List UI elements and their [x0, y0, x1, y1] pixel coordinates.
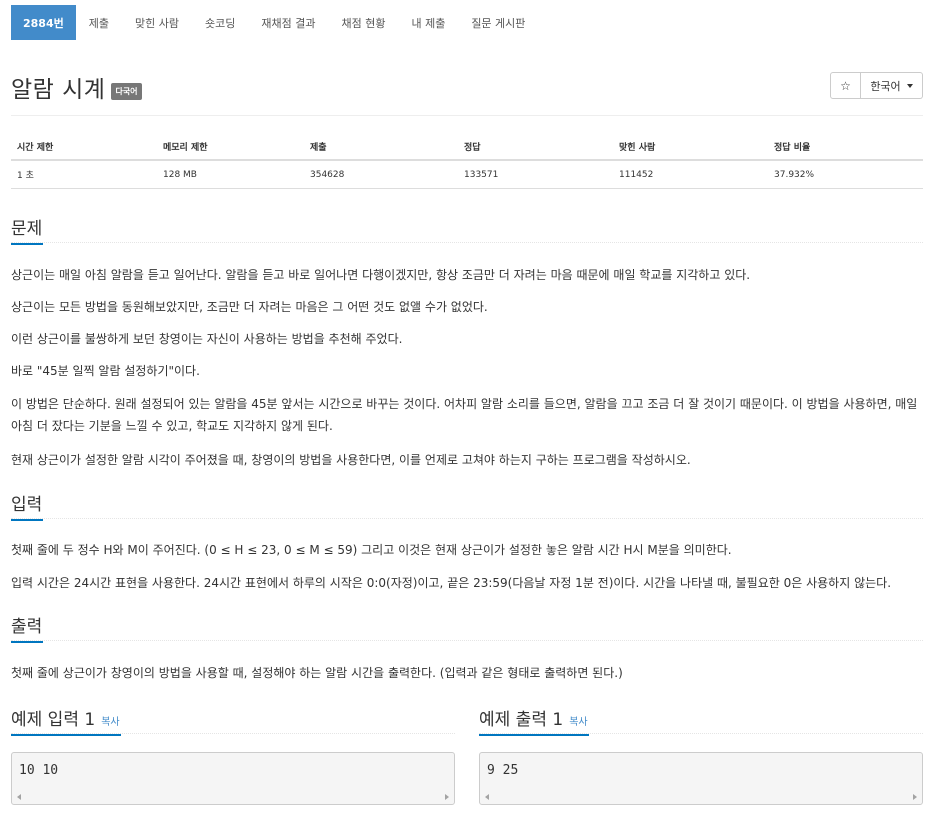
- tab-my-submissions[interactable]: 내 제출: [398, 5, 458, 40]
- section-divider: [11, 640, 923, 641]
- problem-title-row: 알람 시계 다국어: [11, 70, 142, 104]
- value-submissions: 354628: [310, 169, 345, 180]
- problem-paragraph-5: 이 방법은 단순하다. 원래 설정되어 있는 알람을 45분 앞서는 시간으로 …: [11, 397, 918, 433]
- header-time-limit: 시간 제한: [17, 143, 54, 153]
- scroll-left-icon[interactable]: [17, 794, 21, 800]
- sample-output-heading: 예제 출력 1 복사: [479, 705, 589, 736]
- value-solved-users: 111452: [619, 169, 654, 180]
- sample-output-title: 예제 출력 1: [479, 710, 564, 730]
- title-actions: ☆ 한국어: [830, 72, 923, 99]
- sample-input-heading: 예제 입력 1 복사: [11, 705, 121, 736]
- problem-section-title: 문제: [11, 219, 43, 239]
- problem-paragraph-4: 바로 "45분 일찍 알람 설정하기"이다.: [11, 364, 200, 378]
- sample-input-box[interactable]: 10 10: [11, 752, 455, 805]
- output-paragraph-1: 첫째 줄에 상근이가 창영이의 방법을 사용할 때, 설정해야 하는 알람 시간…: [11, 666, 623, 680]
- copy-output-button[interactable]: 복사: [569, 717, 587, 728]
- heading-underline: [479, 734, 589, 736]
- input-paragraph-2: 입력 시간은 24시간 표현을 사용한다. 24시간 표현에서 하루의 시작은 …: [11, 576, 892, 590]
- problem-paragraph-2: 상근이는 모든 방법을 동원해보았지만, 조금만 더 자려는 마음은 그 어떤 …: [11, 300, 488, 314]
- tab-qna-board[interactable]: 질문 게시판: [458, 5, 538, 40]
- tab-short-coding[interactable]: 숏코딩: [192, 5, 248, 40]
- heading-underline: [11, 641, 43, 643]
- input-section-heading: 입력: [11, 490, 43, 521]
- language-select[interactable]: 한국어: [861, 72, 923, 99]
- sample-input-value: 10 10: [19, 763, 59, 778]
- input-paragraph-1: 첫째 줄에 두 정수 H와 M이 주어진다. (0 ≤ H ≤ 23, 0 ≤ …: [11, 543, 732, 557]
- section-divider: [11, 733, 455, 734]
- title-divider: [11, 115, 923, 116]
- section-divider: [479, 733, 923, 734]
- header-solved-users: 맞힌 사람: [619, 143, 656, 153]
- tab-submit[interactable]: 제출: [76, 5, 122, 40]
- section-divider: [11, 518, 923, 519]
- value-accepted: 133571: [464, 169, 499, 180]
- header-memory-limit: 메모리 제한: [163, 143, 208, 153]
- tab-judge-status[interactable]: 채점 현황: [328, 5, 398, 40]
- scroll-right-icon[interactable]: [913, 794, 917, 800]
- input-section-title: 입력: [11, 495, 43, 515]
- sample-input-title: 예제 입력 1: [11, 710, 96, 730]
- problem-paragraph-3: 이런 상근이를 불쌍하게 보던 창영이는 자신이 사용하는 방법을 추천해 주었…: [11, 332, 403, 346]
- value-memory-limit: 128 MB: [163, 169, 197, 180]
- sample-output-value: 9 25: [487, 763, 519, 778]
- header-accepted: 정답: [464, 143, 481, 153]
- copy-input-button[interactable]: 복사: [101, 717, 119, 728]
- heading-underline: [11, 519, 43, 521]
- heading-underline: [11, 243, 43, 245]
- star-button[interactable]: ☆: [830, 72, 861, 99]
- value-accept-rate: 37.932%: [774, 169, 815, 180]
- problem-paragraph-6: 현재 상근이가 설정한 알람 시각이 주어졌을 때, 창영이의 방법을 사용한다…: [11, 453, 691, 467]
- output-section-title: 출력: [11, 617, 43, 637]
- tab-problem[interactable]: 2884번: [11, 5, 76, 40]
- caret-down-icon: [906, 83, 913, 88]
- value-time-limit: 1 초: [17, 171, 34, 181]
- horizontal-scrollbar[interactable]: [12, 790, 454, 804]
- horizontal-scrollbar[interactable]: [480, 790, 922, 804]
- language-label: 한국어: [870, 79, 901, 93]
- problem-section-heading: 문제: [11, 214, 43, 245]
- heading-underline: [11, 734, 121, 736]
- scroll-left-icon[interactable]: [485, 794, 489, 800]
- problem-nav-tabs: 2884번 제출 맞힌 사람 숏코딩 재채점 결과 채점 현황 내 제출 질문 …: [11, 5, 538, 40]
- info-header-row: 시간 제한 메모리 제한 제출 정답 맞힌 사람 정답 비율: [11, 134, 923, 161]
- star-icon: ☆: [840, 78, 851, 93]
- section-divider: [11, 242, 923, 243]
- header-accept-rate: 정답 비율: [774, 143, 811, 153]
- info-value-row: 1 초 128 MB 354628 133571 111452 37.932%: [11, 161, 923, 189]
- header-submissions: 제출: [310, 143, 327, 153]
- multilingual-badge: 다국어: [111, 82, 142, 100]
- problem-info-table: 시간 제한 메모리 제한 제출 정답 맞힌 사람 정답 비율 1 초 128 M…: [11, 134, 923, 189]
- tab-solved-users[interactable]: 맞힌 사람: [122, 5, 192, 40]
- scroll-right-icon[interactable]: [445, 794, 449, 800]
- sample-output-box[interactable]: 9 25: [479, 752, 923, 805]
- tab-rejudge-results[interactable]: 재채점 결과: [248, 5, 328, 40]
- page-title: 알람 시계: [11, 77, 106, 103]
- output-section-heading: 출력: [11, 612, 43, 643]
- problem-paragraph-1: 상근이는 매일 아침 알람을 듣고 일어난다. 알람을 듣고 바로 일어나면 다…: [11, 268, 751, 282]
